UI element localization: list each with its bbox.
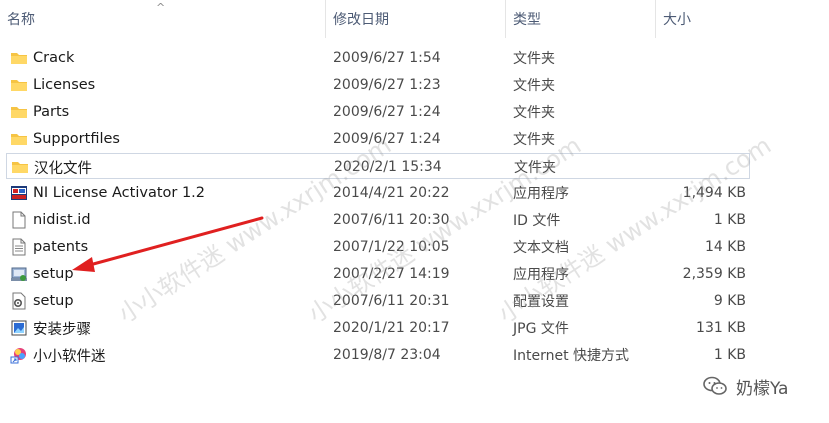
file-type: 应用程序: [513, 267, 569, 283]
image-file-icon: [10, 319, 28, 337]
file-row[interactable]: 小小软件迷 2019/8/7 23:04 Internet 快捷方式 1 KB: [6, 342, 750, 368]
file-name: Crack: [33, 50, 75, 66]
file-row[interactable]: 安装步骤 2020/1/21 20:17 JPG 文件 131 KB: [6, 315, 750, 341]
file-name: NI License Activator 1.2: [33, 185, 206, 201]
file-size: [656, 45, 746, 71]
file-modified-date: 2014/4/21 20:22: [333, 185, 450, 201]
file-row[interactable]: setup 2007/2/27 14:19 应用程序 2,359 KB: [6, 261, 750, 287]
file-type: Internet 快捷方式: [513, 348, 630, 364]
file-modified-date: 2009/6/27 1:24: [333, 131, 441, 147]
author-badge: 奶檬Ya: [702, 371, 788, 401]
file-row[interactable]: Parts 2009/6/27 1:24 文件夹: [6, 99, 750, 125]
column-header-name[interactable]: 名称 ^: [0, 0, 326, 38]
file-type: 文件夹: [514, 160, 556, 176]
column-header-size-label: 大小: [663, 12, 691, 28]
sort-ascending-icon: ^: [156, 1, 166, 14]
author-badge-text: 奶檬Ya: [736, 378, 789, 399]
folder-icon: [10, 49, 28, 67]
folder-icon: [10, 76, 28, 94]
file-modified-date: 2009/6/27 1:24: [333, 104, 441, 120]
file-size: [656, 72, 746, 98]
file-size: 1 KB: [713, 347, 746, 363]
config-settings-icon: [10, 292, 28, 310]
file-row[interactable]: nidist.id 2007/6/11 20:30 ID 文件 1 KB: [6, 207, 750, 233]
file-modified-date: 2007/6/11 20:30: [333, 212, 450, 228]
file-name: 安装步骤: [33, 321, 91, 338]
file-size: 1,494 KB: [682, 185, 746, 201]
file-type: JPG 文件: [513, 321, 569, 337]
file-modified-date: 2020/1/21 20:17: [333, 320, 450, 336]
file-row[interactable]: Crack 2009/6/27 1:54 文件夹: [6, 45, 750, 71]
file-type: 文件夹: [513, 105, 555, 121]
file-type: 文件夹: [513, 132, 555, 148]
wechat-icon: [703, 376, 727, 395]
text-document-icon: [10, 238, 28, 256]
file-type: 应用程序: [513, 186, 569, 202]
file-row[interactable]: NI License Activator 1.2 2014/4/21 20:22 应…: [6, 180, 750, 206]
document-icon: [10, 211, 28, 229]
folder-icon: [10, 103, 28, 121]
file-type: 文本文档: [513, 240, 569, 256]
file-type: 文件夹: [513, 51, 555, 67]
file-size: [656, 126, 746, 152]
file-size: 1 KB: [713, 212, 746, 228]
file-modified-date: 2009/6/27 1:23: [333, 77, 441, 93]
file-name: Parts: [33, 104, 70, 120]
file-name: setup: [33, 266, 74, 282]
file-modified-date: 2007/1/22 10:05: [333, 239, 450, 255]
column-header-date[interactable]: 修改日期: [326, 0, 506, 38]
file-size: 9 KB: [713, 293, 746, 309]
file-size: 2,359 KB: [682, 266, 746, 282]
file-row[interactable]: Licenses 2009/6/27 1:23 文件夹: [6, 72, 750, 98]
file-name: setup: [33, 293, 74, 309]
folder-icon: [11, 158, 29, 176]
setup-app-icon: [10, 265, 28, 283]
file-size: 131 KB: [696, 320, 746, 336]
file-name: Supportfiles: [33, 131, 120, 147]
file-type: 配置设置: [513, 294, 569, 310]
file-name: Licenses: [33, 77, 96, 93]
file-row[interactable]: setup 2007/6/11 20:31 配置设置 9 KB: [6, 288, 750, 314]
file-type: 文件夹: [513, 78, 555, 94]
file-type: ID 文件: [513, 213, 561, 229]
file-modified-date: 2009/6/27 1:54: [333, 50, 441, 66]
file-name: nidist.id: [33, 212, 91, 228]
column-header-date-label: 修改日期: [333, 12, 389, 28]
column-header-name-label: 名称: [7, 12, 35, 28]
file-name: 汉化文件: [34, 160, 92, 177]
file-modified-date: 2020/2/1 15:34: [334, 159, 442, 175]
internet-shortcut-icon: [10, 346, 28, 364]
folder-icon: [10, 130, 28, 148]
column-header-type[interactable]: 类型: [506, 0, 656, 38]
file-name: 小小软件迷: [33, 348, 106, 365]
column-header-bar: 名称 ^ 修改日期 类型 大小: [0, 0, 829, 38]
file-row[interactable]: Supportfiles 2009/6/27 1:24 文件夹: [6, 126, 750, 152]
file-name: patents: [33, 239, 89, 255]
file-size: [657, 154, 747, 180]
file-row[interactable]: 汉化文件 2020/2/1 15:34 文件夹: [6, 153, 750, 179]
column-header-size[interactable]: 大小: [656, 0, 756, 38]
file-row[interactable]: patents 2007/1/22 10:05 文本文档 14 KB: [6, 234, 750, 260]
file-explorer-window: 名称 ^ 修改日期 类型 大小 Crack 2009/6/27 1:54 文件夹 Li…: [0, 0, 829, 423]
file-size: [656, 99, 746, 125]
file-size: 14 KB: [704, 239, 746, 255]
file-modified-date: 2007/6/11 20:31: [333, 293, 450, 309]
column-header-type-label: 类型: [513, 12, 541, 28]
file-modified-date: 2019/8/7 23:04: [333, 347, 441, 363]
activator-app-icon: [10, 184, 28, 202]
file-modified-date: 2007/2/27 14:19: [333, 266, 450, 282]
